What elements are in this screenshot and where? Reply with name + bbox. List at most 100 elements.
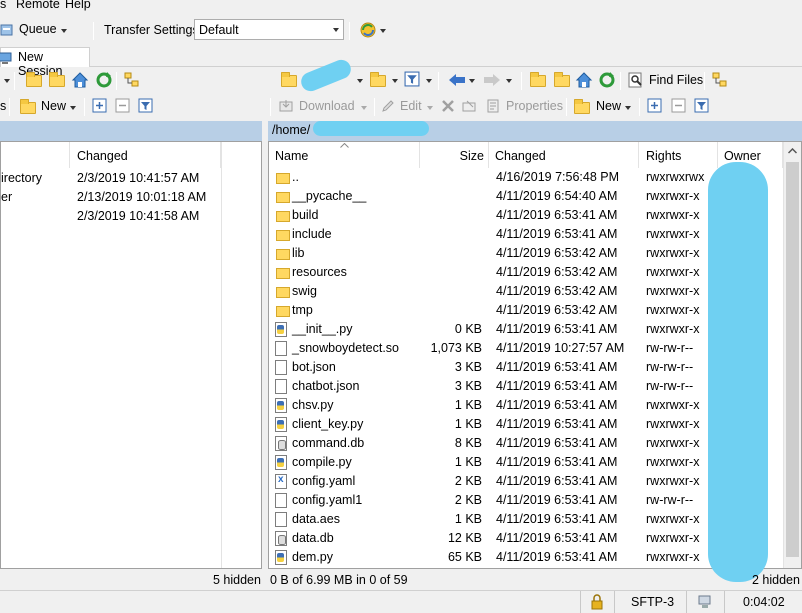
cell-name: .. xyxy=(292,170,299,184)
cell-changed: 4/16/2019 7:56:48 PM xyxy=(496,170,620,184)
open-directory-icon[interactable] xyxy=(370,72,386,87)
collapse-icon[interactable] xyxy=(115,98,130,113)
chevron-down-icon[interactable] xyxy=(426,79,432,83)
filter-icon[interactable] xyxy=(694,98,709,113)
table-row[interactable]: swig 4/11/2019 6:53:42 AM rwxrwxr-x xyxy=(269,282,783,301)
table-row[interactable]: config.yaml 2 KB 4/11/2019 6:53:41 AM rwxrw… xyxy=(269,472,783,491)
table-row[interactable]: __pycache__ 4/11/2019 6:54:40 AM rwxrwxr-x xyxy=(269,187,783,206)
tree-view-icon[interactable] xyxy=(711,71,729,89)
parent-directory-icon[interactable] xyxy=(530,72,546,87)
parent-directory-icon[interactable] xyxy=(26,72,42,87)
table-row[interactable]: compile.py 1 KB 4/11/2019 6:53:41 AM rwxrwx… xyxy=(269,453,783,472)
refresh-icon[interactable] xyxy=(95,71,113,89)
forward-icon[interactable] xyxy=(482,72,502,88)
table-row[interactable]: config.yaml1 2 KB 4/11/2019 6:53:41 AM rw-r… xyxy=(269,491,783,510)
download-button[interactable]: Download xyxy=(299,99,355,113)
root-directory-icon[interactable] xyxy=(49,72,65,87)
column-header-type[interactable] xyxy=(1,142,70,168)
path-dropdown-arrow[interactable] xyxy=(357,79,363,83)
scrollbar-thumb[interactable] xyxy=(786,162,799,557)
find-files-button[interactable]: Find Files xyxy=(649,73,703,87)
cell-size: 0 KB xyxy=(454,322,482,336)
menu-item-help[interactable]: Help xyxy=(65,0,91,11)
table-row[interactable]: er 2/13/2019 10:01:18 AM xyxy=(1,188,221,207)
tab-new-session[interactable]: New Session xyxy=(0,47,90,78)
queue-icon[interactable] xyxy=(0,22,16,38)
column-header-changed[interactable]: Changed xyxy=(70,142,221,168)
table-row[interactable]: dem.py 65 KB 4/11/2019 6:53:41 AM rwxrwxr-x xyxy=(269,548,783,567)
expand-icon[interactable] xyxy=(647,98,662,113)
cell-type: er xyxy=(1,190,13,204)
table-row[interactable]: data.db 12 KB 4/11/2019 6:53:41 AM rwxrwxr-… xyxy=(269,529,783,548)
sync-dropdown-arrow[interactable] xyxy=(380,29,386,33)
current-path[interactable]: /home/ xyxy=(272,123,310,137)
new-button[interactable]: New xyxy=(596,99,621,113)
column-header-rights[interactable]: Rights xyxy=(639,142,718,168)
cell-rights: rwxrwxr-x xyxy=(646,550,700,564)
sync-globe-icon[interactable] xyxy=(359,21,376,38)
table-row[interactable]: client_key.py 1 KB 4/11/2019 6:53:41 AM rwx… xyxy=(269,415,783,434)
filter-icon[interactable] xyxy=(138,98,153,113)
vertical-scrollbar[interactable] xyxy=(783,142,801,568)
rename-icon[interactable] xyxy=(461,98,477,114)
expand-icon[interactable] xyxy=(92,98,107,113)
properties-button[interactable]: Properties xyxy=(506,99,563,113)
left-hidden-count: 5 hidden xyxy=(213,573,261,587)
scroll-up-icon[interactable] xyxy=(788,148,797,154)
cell-changed: 4/11/2019 6:53:41 AM xyxy=(496,208,618,222)
new-dropdown-arrow[interactable] xyxy=(70,106,76,110)
table-row[interactable]: tmp 4/11/2019 6:53:42 AM rwxrwxr-x xyxy=(269,301,783,320)
cell-size: 3 KB xyxy=(454,379,482,393)
cell-name: data.aes xyxy=(292,512,340,526)
cell-changed: 4/11/2019 6:53:42 AM xyxy=(496,284,618,298)
edit-dropdown-arrow[interactable] xyxy=(427,106,433,110)
edit-button[interactable]: Edit xyxy=(400,99,422,113)
table-row[interactable]: command.db 8 KB 4/11/2019 6:53:41 AM rwxrwx… xyxy=(269,434,783,453)
download-dropdown-arrow[interactable] xyxy=(361,106,367,110)
menu-item-commands[interactable]: s xyxy=(0,0,6,11)
tree-view-icon[interactable] xyxy=(123,71,141,89)
table-row[interactable]: irectory 2/3/2019 10:41:57 AM xyxy=(1,169,221,188)
column-header-name[interactable]: Name xyxy=(269,142,420,168)
filter-icon[interactable] xyxy=(404,71,420,87)
chevron-down-icon[interactable] xyxy=(392,79,398,83)
chevron-down-icon[interactable] xyxy=(4,79,10,83)
cell-changed: 4/11/2019 6:53:42 AM xyxy=(496,265,618,279)
column-header-size[interactable]: Size xyxy=(420,142,489,168)
home-icon[interactable] xyxy=(71,71,89,89)
connection-cell xyxy=(686,591,724,613)
table-row[interactable]: .. 4/16/2019 7:56:48 PM rwxrwxrwx xyxy=(269,168,783,187)
delete-icon[interactable] xyxy=(440,98,456,114)
back-icon[interactable] xyxy=(447,72,467,88)
collapse-icon[interactable] xyxy=(671,98,686,113)
table-row[interactable]: lib 4/11/2019 6:53:42 AM rwxrwxr-x xyxy=(269,244,783,263)
table-row[interactable]: __init__.py 0 KB 4/11/2019 6:53:41 AM rwxrw… xyxy=(269,320,783,339)
table-row[interactable]: resources 4/11/2019 6:53:42 AM rwxrwxr-x xyxy=(269,263,783,282)
queue-button[interactable]: Queue xyxy=(19,22,57,36)
table-row[interactable]: chatbot.json 3 KB 4/11/2019 6:53:41 AM rw-r… xyxy=(269,377,783,396)
table-row[interactable]: _snowboydetect.so 1,073 KB 4/11/2019 10:27… xyxy=(269,339,783,358)
table-row[interactable]: bot.json 3 KB 4/11/2019 6:53:41 AM rw-rw-r-… xyxy=(269,358,783,377)
table-row[interactable]: build 4/11/2019 6:53:41 AM rwxrwxr-x xyxy=(269,206,783,225)
home-icon[interactable] xyxy=(575,71,593,89)
transfer-settings-select[interactable]: Default xyxy=(194,19,344,40)
new-button[interactable]: New xyxy=(41,99,66,113)
left-file-list[interactable]: Changed irectory 2/3/2019 10:41:57 AM er 2/… xyxy=(0,141,262,569)
find-files-icon[interactable] xyxy=(627,71,645,89)
chevron-down-icon[interactable] xyxy=(469,79,475,83)
table-row[interactable]: chsv.py 1 KB 4/11/2019 6:53:41 AM rwxrwxr-x xyxy=(269,396,783,415)
queue-dropdown-arrow[interactable] xyxy=(61,29,67,33)
cell-type: irectory xyxy=(1,171,42,185)
table-row[interactable]: data.aes 1 KB 4/11/2019 6:53:41 AM rwxrwxr-… xyxy=(269,510,783,529)
chevron-down-icon[interactable] xyxy=(506,79,512,83)
menu-item-remote[interactable]: Remote xyxy=(16,0,60,11)
new-dropdown-arrow[interactable] xyxy=(625,106,631,110)
root-directory-icon[interactable] xyxy=(554,72,570,87)
table-row[interactable]: 2/3/2019 10:41:58 AM xyxy=(1,207,221,226)
column-header-changed[interactable]: Changed xyxy=(489,142,639,168)
refresh-icon[interactable] xyxy=(598,71,616,89)
folder-icon xyxy=(276,268,290,279)
cell-rights: rwxrwxr-x xyxy=(646,417,700,431)
table-row[interactable]: include 4/11/2019 6:53:41 AM rwxrwxr-x xyxy=(269,225,783,244)
selection-status: 0 B of 6.99 MB in 0 of 59 xyxy=(270,573,408,587)
